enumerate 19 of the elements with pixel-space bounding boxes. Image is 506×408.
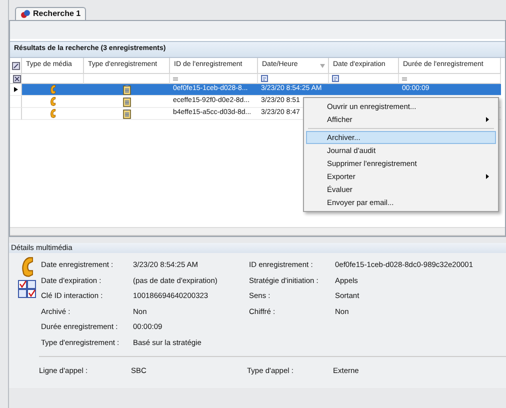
submenu-arrow-icon [486, 174, 489, 179]
equals-icon [402, 76, 407, 80]
equals-icon [173, 76, 178, 80]
submenu-arrow-icon [486, 117, 489, 122]
clipboard-icon [123, 84, 131, 94]
checklist-icon [18, 280, 36, 298]
calendar-icon [261, 75, 268, 82]
clipboard-icon [123, 108, 131, 118]
search-results-icon [20, 9, 31, 19]
phone-icon [50, 85, 56, 94]
filter-icon [13, 74, 21, 82]
column-chooser-icon [12, 62, 20, 70]
search-tab[interactable]: Recherche 1 [15, 7, 86, 20]
phone-icon [20, 257, 34, 277]
calendar-icon [332, 75, 339, 82]
clipboard-icon [123, 96, 131, 106]
phone-icon [50, 97, 56, 106]
phone-icon [50, 109, 56, 118]
horizontal-scrollbar[interactable] [10, 227, 505, 235]
